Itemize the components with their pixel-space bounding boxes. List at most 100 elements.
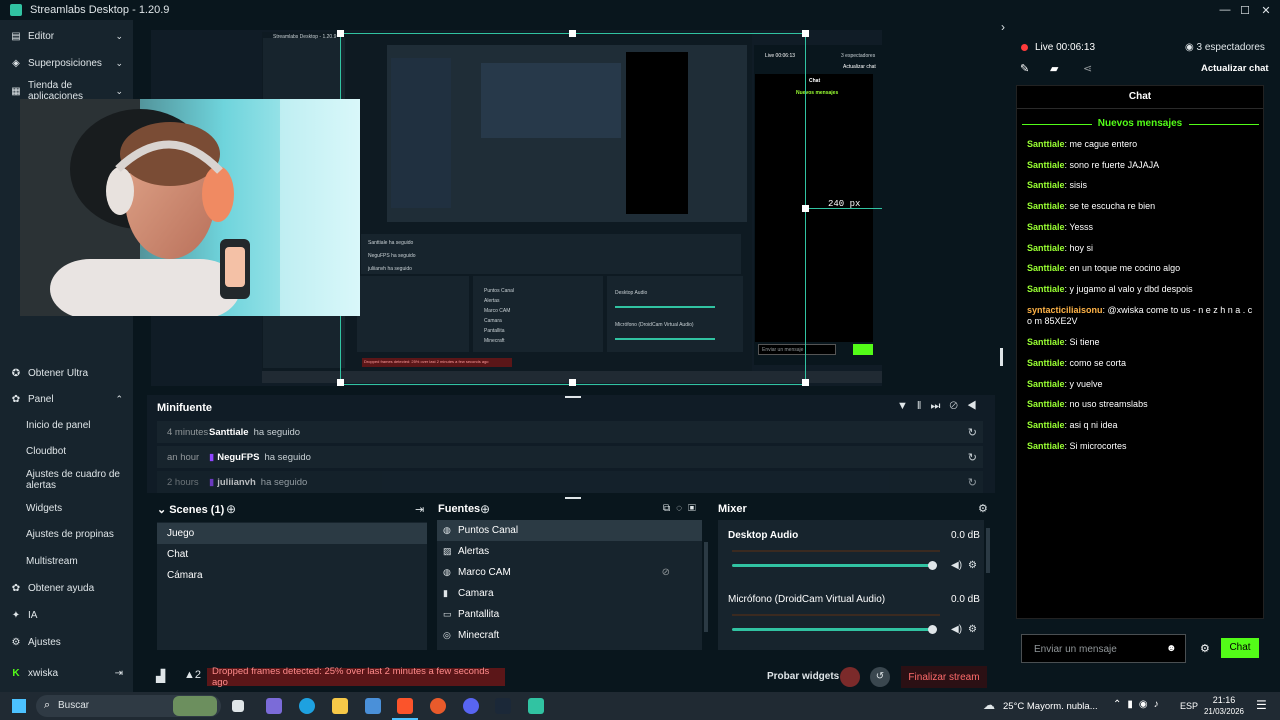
- resize-handle[interactable]: [337, 379, 344, 386]
- chevron-down-icon[interactable]: ⌄: [157, 504, 166, 516]
- weather-text[interactable]: 25°C Mayorm. nubla...: [1003, 701, 1103, 712]
- chat-username[interactable]: Santtiale: [1027, 284, 1065, 294]
- refresh-chat-button[interactable]: Actualizar chat: [1201, 63, 1269, 74]
- volume-icon[interactable]: ◀: [967, 400, 986, 412]
- replay-icon[interactable]: ↻: [968, 451, 977, 464]
- source-item[interactable]: ▨ Alertas: [437, 541, 702, 562]
- group-icon[interactable]: ⧉: [663, 503, 676, 514]
- close-button[interactable]: ✕: [1255, 0, 1277, 20]
- sidebar-user[interactable]: K xwiska ⇥: [0, 665, 133, 681]
- dropped-frames-warning[interactable]: Dropped frames detected: 25% over last 2…: [207, 666, 505, 688]
- gear-icon[interactable]: ⚙: [968, 624, 977, 635]
- chat-username[interactable]: Santtiale: [1027, 263, 1065, 273]
- notifications-icon[interactable]: ☰: [1256, 698, 1267, 712]
- share-icon[interactable]: ⋖: [1083, 62, 1092, 75]
- chat-username[interactable]: Santtiale: [1027, 222, 1065, 232]
- source-item[interactable]: ◍ Puntos Canal: [437, 520, 702, 541]
- sidebar-item-panel[interactable]: ✿ Panel ⌃: [0, 391, 133, 407]
- volume-slider-knob[interactable]: [928, 625, 937, 634]
- mixer-settings-icon[interactable]: ⚙: [978, 502, 988, 515]
- replay-icon[interactable]: ↻: [968, 426, 977, 439]
- copilot-icon[interactable]: [266, 698, 282, 714]
- edge-icon[interactable]: [299, 698, 315, 714]
- speaker-icon[interactable]: ◀): [951, 560, 962, 571]
- alert-icon[interactable]: ▲2: [184, 669, 201, 681]
- language-indicator[interactable]: ESP: [1180, 701, 1198, 711]
- chat-username[interactable]: Santtiale: [1027, 358, 1065, 368]
- steam-icon[interactable]: [495, 698, 511, 714]
- sidebar-subitem[interactable]: Ajustes de propinas: [26, 529, 126, 540]
- chat-username[interactable]: Santtiale: [1027, 139, 1065, 149]
- sidebar-item-editor[interactable]: ▤ Editor ⌄: [0, 28, 133, 44]
- sidebar-item-ai[interactable]: ✦ IA: [0, 607, 133, 623]
- sidebar-item-ultra[interactable]: ✪ Obtener Ultra: [0, 365, 133, 381]
- resize-handle[interactable]: [802, 30, 809, 37]
- camera-icon[interactable]: ▰: [1050, 62, 1058, 75]
- sidebar-item-settings[interactable]: ⚙ Ajustes: [0, 634, 133, 650]
- source-item[interactable]: ▭ Pantallita: [437, 604, 702, 625]
- chat-username[interactable]: Santtiale: [1027, 201, 1065, 211]
- chat-username[interactable]: Santtiale: [1027, 243, 1065, 253]
- skip-icon[interactable]: ⏭: [930, 400, 949, 412]
- dock-resize-handle[interactable]: [565, 396, 581, 398]
- emoji-icon[interactable]: ☻: [1166, 643, 1177, 654]
- volume-slider-knob[interactable]: [928, 561, 937, 570]
- end-stream-button[interactable]: Finalizar stream: [901, 666, 987, 688]
- taskbar-search[interactable]: ⌕ Buscar: [36, 695, 221, 717]
- chat-username[interactable]: Santtiale: [1027, 420, 1065, 430]
- volume-slider-track[interactable]: [732, 628, 932, 631]
- resize-handle[interactable]: [569, 30, 576, 37]
- file-explorer-icon[interactable]: [332, 698, 348, 714]
- record-button[interactable]: [840, 667, 860, 687]
- sidebar-subitem[interactable]: Multistream: [26, 556, 126, 567]
- edit-icon[interactable]: ✎: [1020, 62, 1029, 75]
- scene-item[interactable]: Chat: [157, 544, 427, 565]
- logout-icon[interactable]: ⇥: [115, 668, 123, 679]
- speaker-icon[interactable]: ◀): [951, 624, 962, 635]
- chat-username[interactable]: Santtiale: [1027, 399, 1065, 409]
- sidebar-subitem[interactable]: Cloudbot: [26, 446, 126, 457]
- gear-icon[interactable]: ⚙: [968, 560, 977, 571]
- store-app-icon[interactable]: [365, 698, 381, 714]
- chat-settings-icon[interactable]: ⚙: [1200, 642, 1210, 655]
- chat-username[interactable]: Santtiale: [1027, 337, 1065, 347]
- task-view-icon[interactable]: [232, 700, 244, 712]
- scene-item[interactable]: Juego: [157, 523, 427, 544]
- source-item[interactable]: ◎ Minecraft: [437, 625, 702, 646]
- minimize-button[interactable]: —: [1214, 0, 1236, 20]
- transition-icon[interactable]: ⇥: [415, 503, 424, 516]
- tray-icons[interactable]: ⌃▮◉♪: [1113, 699, 1165, 710]
- sidebar-subitem[interactable]: Inicio de panel: [26, 420, 126, 431]
- chat-input[interactable]: Enviar un mensaje ☻: [1021, 634, 1186, 663]
- resize-handle[interactable]: [337, 30, 344, 37]
- eye-hidden-icon[interactable]: ⊘: [662, 567, 670, 578]
- resize-handle[interactable]: [1000, 348, 1003, 366]
- chat-username[interactable]: syntacticiliaisonu: [1027, 305, 1103, 315]
- add-scene-icon[interactable]: ⊕: [226, 502, 236, 516]
- add-source-icon[interactable]: ⊕: [480, 502, 490, 516]
- volume-slider-track[interactable]: [732, 564, 932, 567]
- replay-buffer-icon[interactable]: ↺: [870, 667, 890, 687]
- mute-alerts-icon[interactable]: ⊘: [949, 400, 966, 412]
- sidebar-subitem[interactable]: Ajustes de cuadro de alertas: [26, 469, 126, 491]
- send-chat-button[interactable]: Chat: [1221, 638, 1259, 658]
- app-icon-orange[interactable]: [430, 698, 446, 714]
- source-item[interactable]: ◍ Marco CAM ⊘: [437, 562, 702, 583]
- resize-handle[interactable]: [569, 379, 576, 386]
- chat-username[interactable]: Santtiale: [1027, 160, 1065, 170]
- sidebar-subitem[interactable]: Widgets: [26, 503, 126, 514]
- clock-date[interactable]: 21/03/2026: [1198, 707, 1250, 716]
- maximize-button[interactable]: ☐: [1234, 0, 1256, 20]
- sidebar-item-overlays[interactable]: ◈ Superposiciones ⌄: [0, 55, 133, 71]
- windows-start-icon[interactable]: [12, 699, 26, 713]
- mixer-scrollbar[interactable]: [986, 528, 990, 573]
- scene-item[interactable]: Cámara: [157, 565, 427, 586]
- chat-username[interactable]: Santtiale: [1027, 441, 1065, 451]
- hide-icon[interactable]: ◌: [676, 503, 688, 514]
- dock-resize-handle[interactable]: [565, 497, 581, 499]
- chat-username[interactable]: Santtiale: [1027, 379, 1065, 389]
- source-item[interactable]: ▮ Camara: [437, 583, 702, 604]
- sources-scrollbar[interactable]: [704, 542, 708, 632]
- pause-icon[interactable]: ‖: [917, 400, 931, 412]
- performance-icon[interactable]: ▟: [156, 669, 165, 683]
